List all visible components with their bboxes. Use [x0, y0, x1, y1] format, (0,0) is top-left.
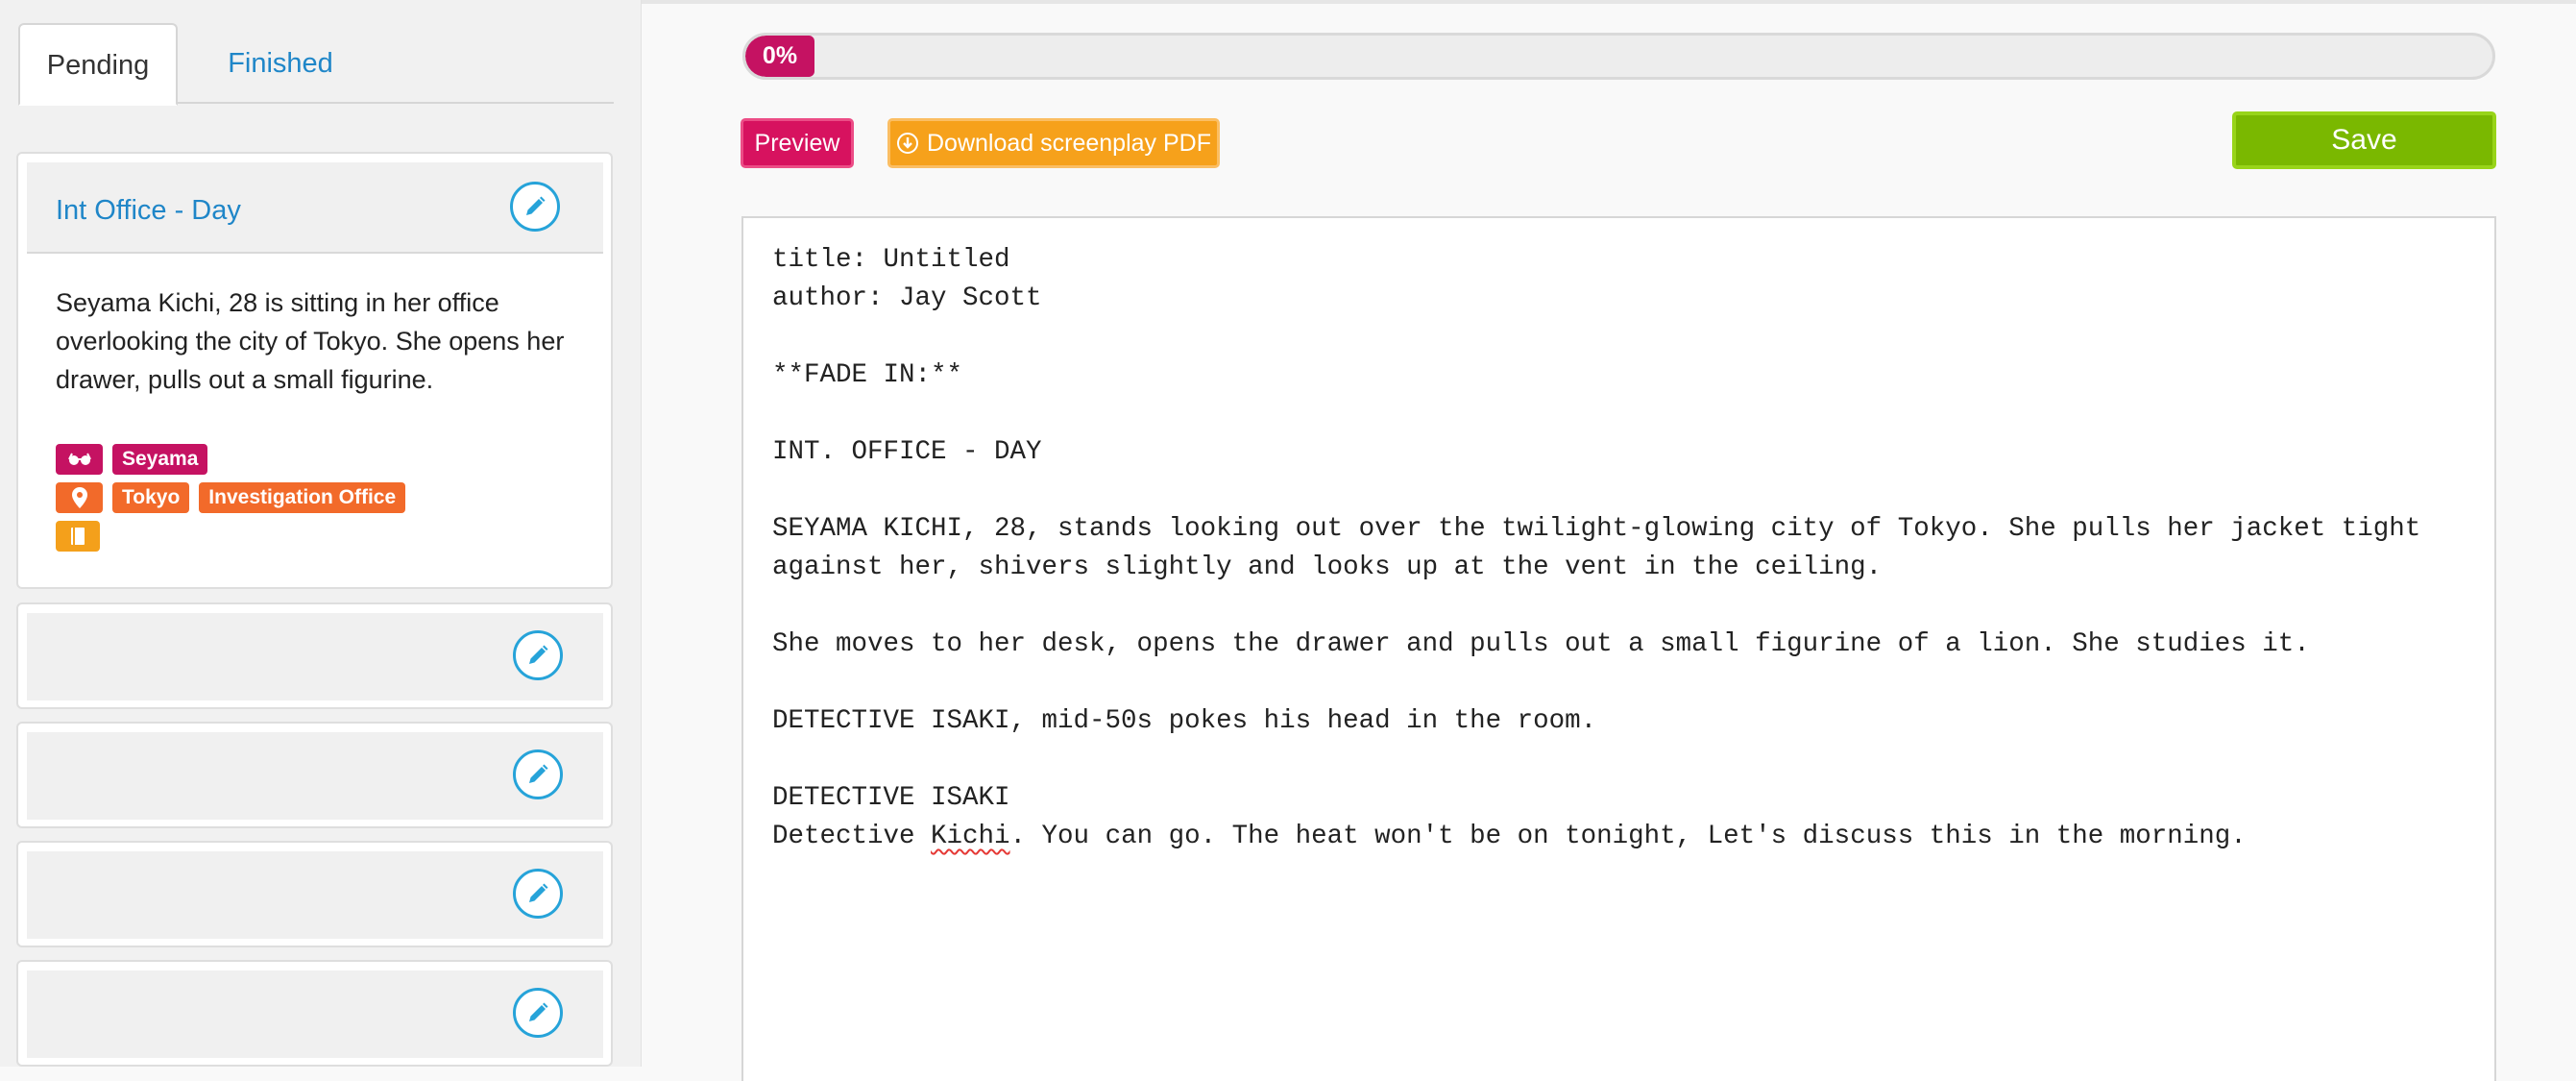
scene-card[interactable] [16, 602, 613, 709]
tab-finished[interactable]: Finished [197, 23, 364, 104]
glasses-icon [56, 444, 103, 475]
pencil-icon [529, 883, 548, 902]
scene-tabs: Pending Finished [18, 23, 614, 106]
progress-bar: 0% [742, 33, 2495, 80]
scene-card[interactable] [16, 722, 613, 828]
script-line: against her, shivers slightly and looks … [772, 553, 1883, 582]
script-line: title: Untitled [772, 245, 1010, 275]
location-tag[interactable]: Investigation Office [199, 482, 406, 513]
scene-card[interactable] [16, 841, 613, 947]
script-text: . You can go. The heat won't be on tonig… [1009, 822, 2247, 851]
pencil-icon [526, 196, 546, 215]
script-line: INT. OFFICE - DAY [772, 437, 1042, 467]
edit-scene-button[interactable] [513, 630, 563, 680]
location-tag[interactable]: Tokyo [112, 482, 190, 513]
preview-button[interactable]: Preview [741, 118, 854, 168]
location-tag-row: Tokyo Investigation Office [56, 482, 406, 513]
scene-card[interactable] [16, 960, 613, 1067]
download-pdf-label: Download screenplay PDF [927, 129, 1211, 157]
progress-fill: 0% [745, 36, 814, 77]
scene-card-active[interactable]: Int Office - Day Seyama Kichi, 28 is sit… [16, 152, 613, 589]
character-tag-row: Seyama [56, 444, 208, 475]
script-line: author: Jay Scott [772, 283, 1042, 313]
script-line: **FADE IN:** [772, 360, 963, 390]
edit-scene-button[interactable] [513, 749, 563, 799]
script-line: DETECTIVE ISAKI, mid-50s pokes his head … [772, 706, 1597, 736]
pencil-icon [529, 645, 548, 664]
script-line: Detective Kichi. You can go. The heat wo… [772, 822, 2247, 851]
edit-scene-button[interactable] [513, 988, 563, 1038]
download-icon [897, 133, 918, 154]
pencil-icon [529, 764, 548, 783]
edit-scene-button[interactable] [513, 869, 563, 919]
save-button[interactable]: Save [2232, 111, 2496, 169]
notes-tag-row [56, 521, 100, 552]
scene-sidebar: Pending Finished Int Office - Day Seyama… [0, 0, 642, 1067]
spellcheck-word[interactable]: Kichi [931, 822, 1010, 851]
scene-title[interactable]: Int Office - Day [56, 195, 241, 227]
scene-description: Seyama Kichi, 28 is sitting in her offic… [56, 288, 565, 394]
character-tag[interactable]: Seyama [112, 444, 208, 475]
edit-scene-button[interactable] [510, 182, 560, 232]
scene-card-header: Int Office - Day [27, 162, 603, 254]
script-text: Detective [772, 822, 932, 851]
download-pdf-button[interactable]: Download screenplay PDF [887, 118, 1220, 168]
script-line: She moves to her desk, opens the drawer … [772, 629, 2310, 659]
pencil-icon [529, 1002, 548, 1021]
screenplay-editor[interactable]: title: Untitled author: Jay Scott **FADE… [741, 216, 2496, 1081]
map-pin-icon [56, 482, 103, 513]
script-line: SEYAMA KICHI, 28, stands looking out ove… [772, 514, 2421, 544]
notebook-icon[interactable] [56, 521, 100, 552]
script-line: DETECTIVE ISAKI [772, 783, 1010, 813]
tab-pending[interactable]: Pending [18, 23, 178, 106]
